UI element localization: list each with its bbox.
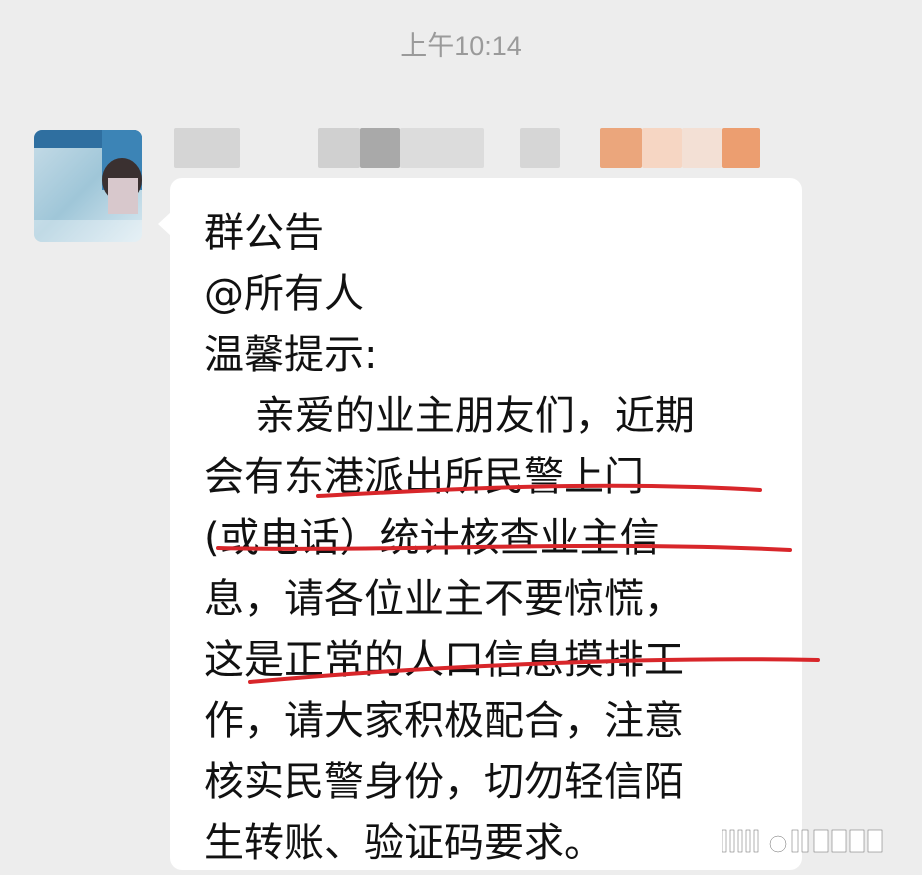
watermark-mosaic	[721, 826, 902, 856]
red-underline-annotations	[216, 483, 820, 684]
red-underline-stroke	[316, 483, 762, 498]
red-underline-stroke	[248, 657, 820, 684]
watermark-glyphs	[721, 829, 883, 853]
red-underline-stroke	[216, 543, 792, 552]
